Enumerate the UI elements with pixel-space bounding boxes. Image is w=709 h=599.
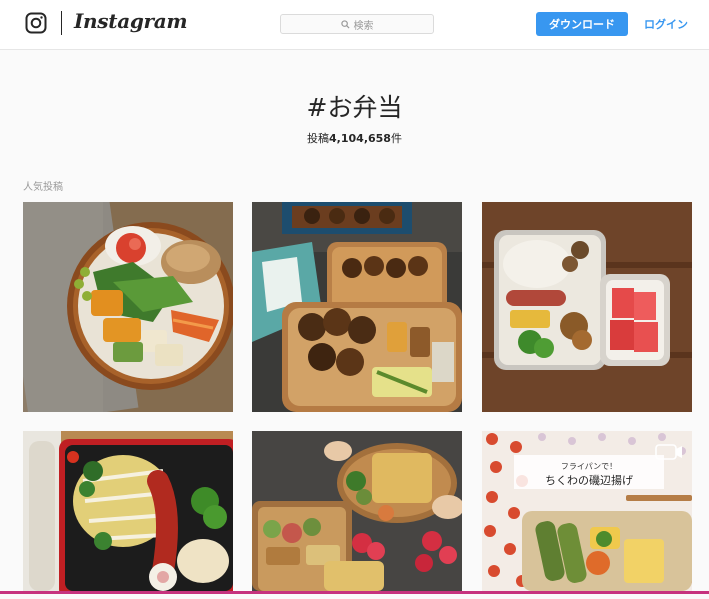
post-thumbnail[interactable] [252,202,462,412]
wooden-bento-photo [252,431,462,591]
instagram-wordmark[interactable]: Instagram [74,9,188,33]
post-count-suffix: 件 [390,132,402,145]
top-posts-label: 人気投稿 [23,182,63,193]
watermelon-bento-photo [482,202,692,412]
post-count: 投稿4,104,658件 [0,130,709,146]
recipe-caption-line1: フライパンで！ [561,462,617,471]
chikuwa-recipe-photo: フライパンで！ ちくわの磯辺揚げ [482,431,692,591]
post-thumbnail[interactable] [482,202,692,412]
bottom-accent-bar [0,591,709,594]
search-placeholder: 検索 [353,20,374,32]
login-link[interactable]: ログイン [644,16,688,32]
post-thumbnail[interactable] [23,431,233,591]
post-thumbnail[interactable] [252,431,462,591]
hashtag-title: #お弁当 [306,93,403,122]
sausage-bento-photo [23,431,233,591]
search-input[interactable]: 検索 [280,14,434,34]
post-count-prefix: 投稿 [307,132,330,145]
post-count-value: 4,104,658 [329,132,391,145]
instagram-camera-icon[interactable] [25,12,47,34]
search-icon [340,19,350,29]
top-nav: Instagram 検索 ダウンロード ログイン [0,0,709,50]
post-thumbnail[interactable]: フライパンで！ ちくわの磯辺揚げ [482,431,692,591]
download-button[interactable]: ダウンロード [536,12,628,36]
yakitori-bento-photo [252,202,462,412]
bento-round-photo [23,202,233,412]
post-thumbnail[interactable] [23,202,233,412]
logo-divider [61,11,62,35]
recipe-caption-line2: ちくわの磯辺揚げ [545,474,633,487]
